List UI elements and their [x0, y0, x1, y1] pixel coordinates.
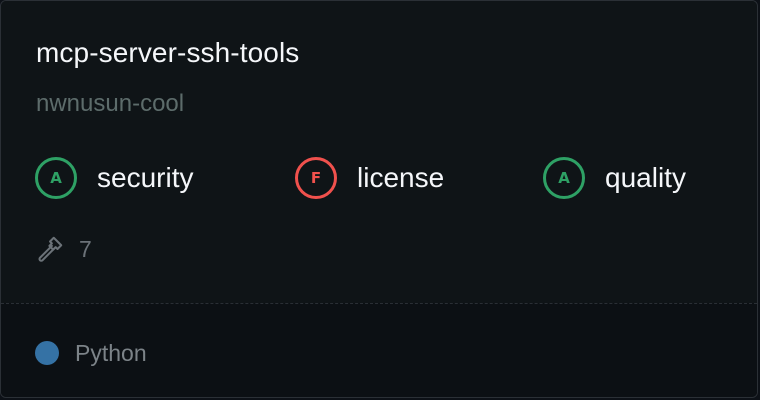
- license-score[interactable]: F license: [295, 156, 444, 200]
- card-body: mcp-server-ssh-tools nwnusun-cool A secu…: [1, 1, 757, 303]
- language-color-dot: [35, 341, 59, 365]
- language-name: Python: [75, 339, 147, 366]
- security-label: security: [97, 162, 194, 193]
- score-row: A security F license A quality: [1, 156, 757, 200]
- card-footer: Python: [1, 303, 757, 397]
- server-card[interactable]: mcp-server-ssh-tools nwnusun-cool A secu…: [0, 0, 758, 398]
- license-grade-badge: F: [295, 157, 337, 199]
- tools-count: 7: [79, 235, 92, 262]
- quality-label: quality: [605, 162, 686, 193]
- tools-count-row: 7: [35, 233, 92, 265]
- license-label: license: [357, 162, 445, 193]
- hammer-icon: [38, 236, 63, 262]
- quality-grade-badge: A: [543, 157, 585, 199]
- server-owner[interactable]: nwnusun-cool: [36, 90, 184, 118]
- security-grade-badge: A: [35, 157, 77, 199]
- security-score[interactable]: A security: [35, 156, 193, 200]
- quality-score[interactable]: A quality: [543, 156, 686, 200]
- language-row: Python: [35, 338, 147, 368]
- server-title[interactable]: mcp-server-ssh-tools: [36, 37, 299, 69]
